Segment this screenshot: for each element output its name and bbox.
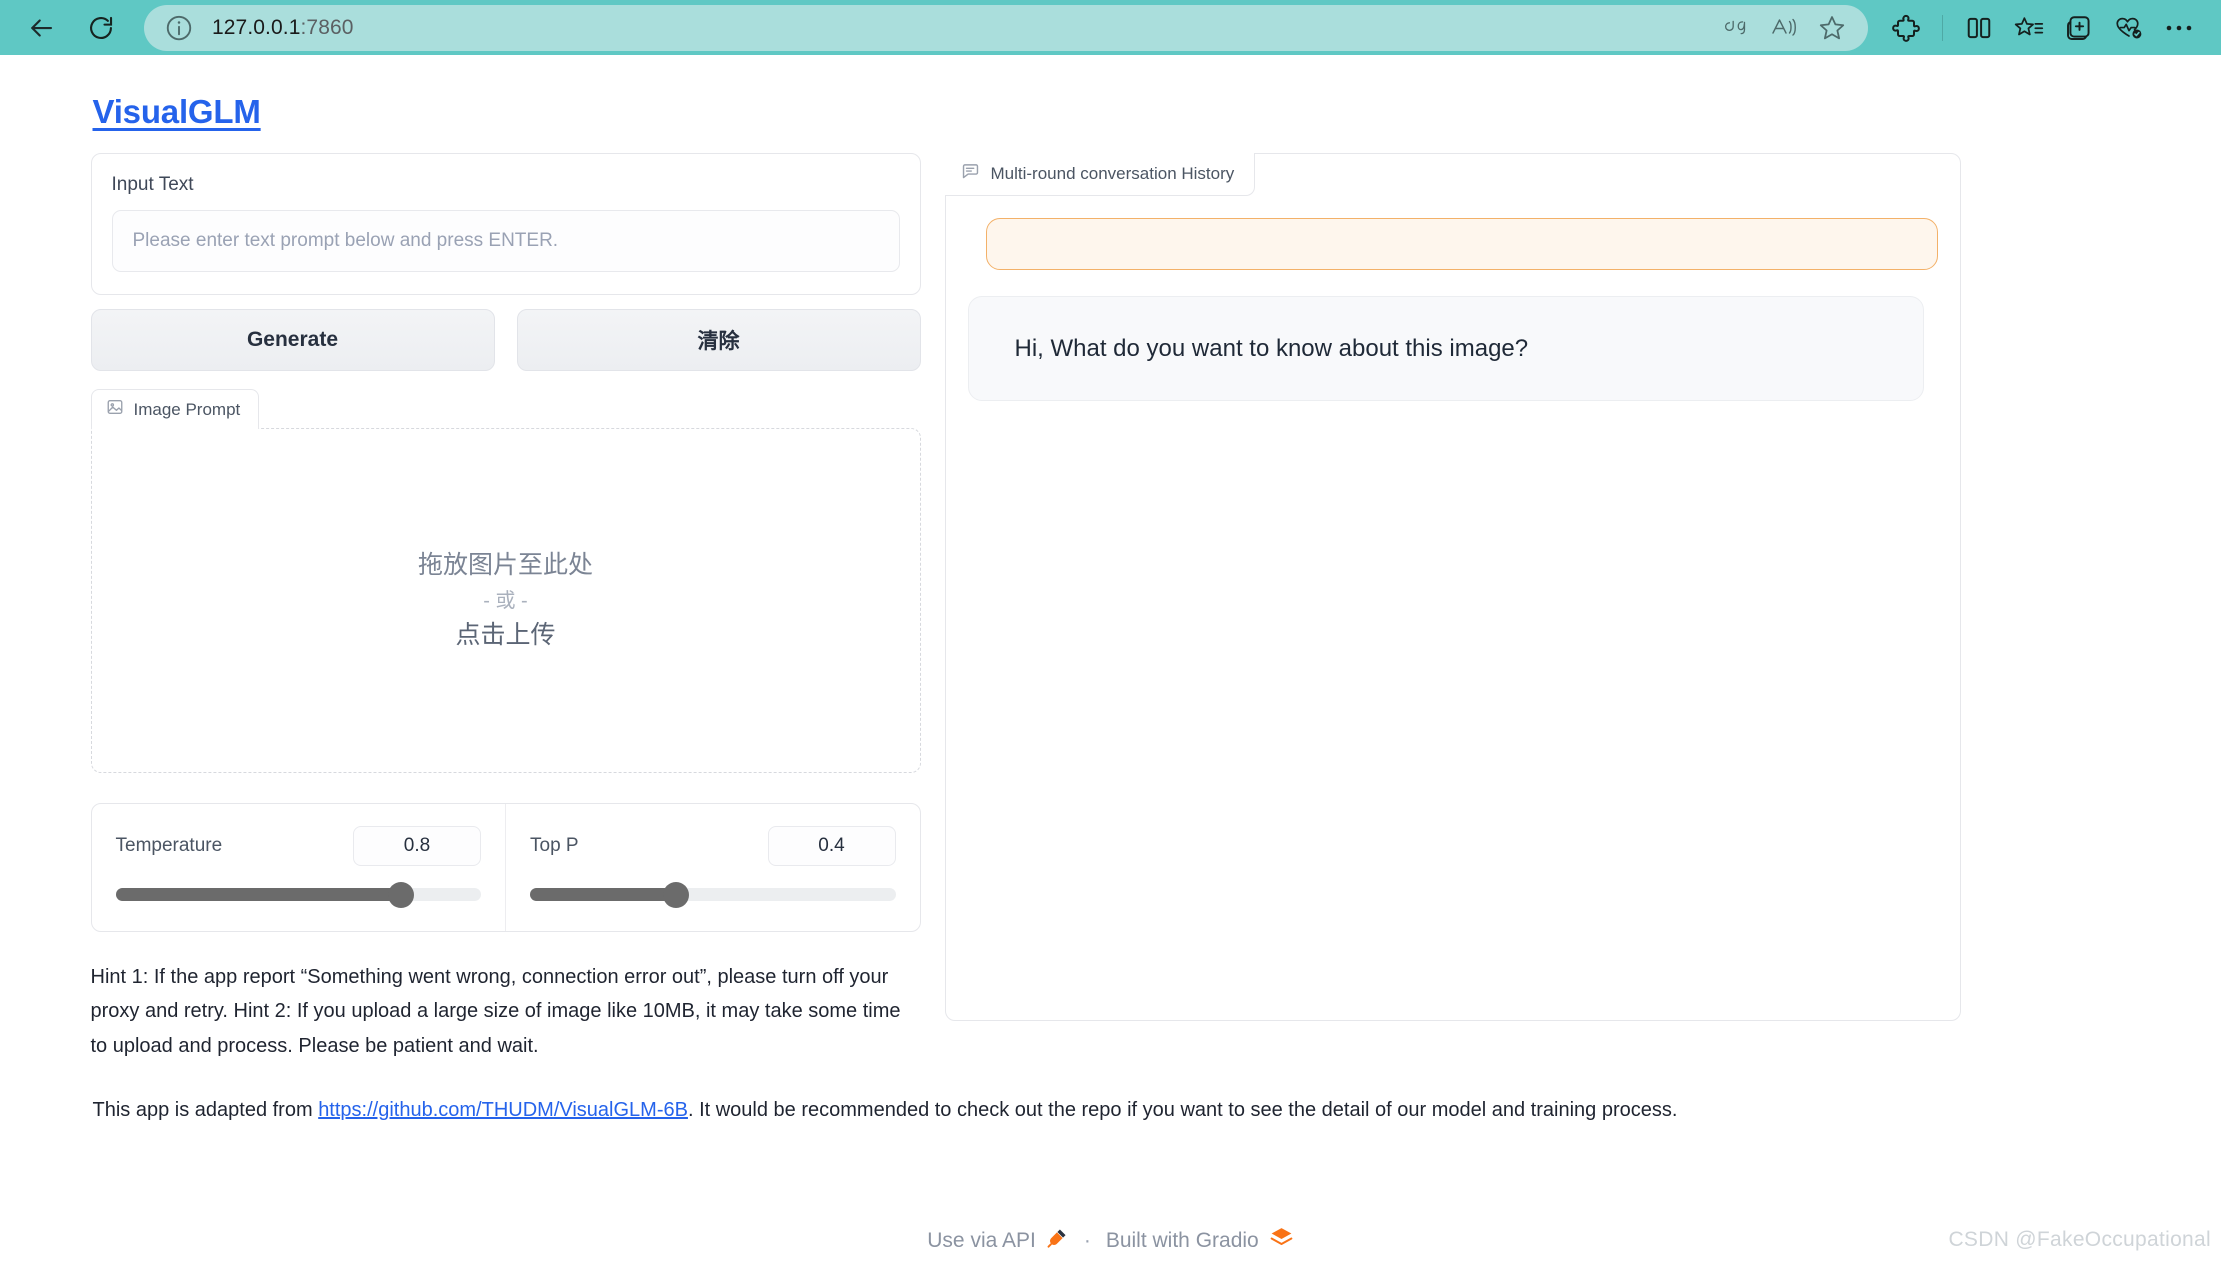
site-info-icon[interactable] [164, 13, 194, 43]
collections-icon[interactable] [2005, 5, 2053, 51]
dropzone-upload-link[interactable]: 点击上传 [455, 617, 555, 655]
topp-label: Top P [530, 835, 579, 856]
repo-link[interactable]: https://github.com/THUDM/VisualGLM-6B [318, 1099, 688, 1121]
image-icon [106, 398, 124, 421]
read-aloud-icon[interactable] [1762, 7, 1806, 49]
left-column: Input Text Generate 清除 [90, 153, 921, 1063]
footer-separator: · [1083, 1228, 1091, 1252]
url-host: 127.0.0.1 [212, 15, 301, 39]
reload-button[interactable] [78, 5, 124, 51]
input-text-panel: Input Text [90, 153, 921, 295]
translate-icon[interactable] [1714, 7, 1758, 49]
dropzone-line-2: - 或 - [483, 589, 528, 612]
topp-slider[interactable] [530, 881, 896, 908]
built-with-gradio-link[interactable]: Built with Gradio [1106, 1225, 1294, 1256]
image-prompt-block: Image Prompt 拖放图片至此处 - 或 - 点击上传 [90, 389, 921, 773]
conversation-history-tab: Multi-round conversation History [944, 153, 1256, 196]
right-column: Multi-round conversation History Hi, Wha… [944, 153, 1961, 1021]
parameters-panel: Temperature 0.8 Top P 0.4 [90, 803, 921, 932]
image-prompt-label: Image Prompt [133, 399, 241, 419]
back-button[interactable] [18, 5, 64, 51]
temperature-slider-cell: Temperature 0.8 [92, 804, 506, 931]
use-via-api-label: Use via API [927, 1228, 1036, 1252]
topp-value[interactable]: 0.4 [767, 826, 896, 866]
use-via-api-link[interactable]: Use via API [927, 1226, 1069, 1255]
footer-note-suffix: . It would be recommended to check out t… [687, 1099, 1678, 1122]
chat-bubble-icon [961, 162, 980, 186]
prompt-input[interactable] [111, 210, 900, 272]
topp-slider-knob[interactable] [663, 881, 690, 908]
address-url: 127.0.0.1:7860 [212, 16, 1714, 40]
page-content: VisualGLM Input Text Generate 清除 [0, 55, 2221, 1264]
more-options-icon[interactable] [2155, 5, 2203, 51]
built-with-gradio-label: Built with Gradio [1105, 1228, 1259, 1252]
page-title-link[interactable]: VisualGLM [93, 93, 261, 131]
extensions-icon[interactable] [1882, 5, 1930, 51]
temperature-value[interactable]: 0.8 [353, 826, 481, 866]
toolbar-divider [1942, 14, 1943, 41]
footer-note-prefix: This app is adapted from [92, 1099, 319, 1122]
browser-essentials-icon[interactable] [2105, 5, 2153, 51]
hint-text: Hint 1: If the app report “Something wen… [90, 966, 901, 1057]
gradio-footer: Use via API · Built with Gradio [0, 1225, 2221, 1256]
split-screen-icon[interactable] [1955, 5, 2003, 51]
image-dropzone[interactable]: 拖放图片至此处 - 或 - 点击上传 [90, 428, 921, 773]
plug-icon [1046, 1226, 1069, 1255]
address-bar[interactable]: 127.0.0.1:7860 [144, 4, 1868, 51]
bot-message-bubble: Hi, What do you want to know about this … [967, 296, 1924, 401]
csdn-watermark: CSDN @FakeOccupational [1948, 1228, 2211, 1251]
favorite-star-icon[interactable] [1810, 7, 1854, 49]
topp-slider-cell: Top P 0.4 [505, 804, 920, 931]
temperature-slider-knob[interactable] [387, 881, 414, 908]
dropzone-line-1: 拖放图片至此处 [417, 551, 593, 579]
temperature-slider[interactable] [115, 881, 481, 908]
conversation-history-label: Multi-round conversation History [990, 164, 1235, 183]
conversation-history-panel: Multi-round conversation History Hi, Wha… [944, 153, 1961, 1021]
add-to-collection-icon[interactable] [2055, 5, 2103, 51]
footer-note: This app is adapted from https://github.… [91, 1099, 2131, 1122]
clear-button[interactable]: 清除 [516, 309, 921, 371]
input-text-label: Input Text [111, 174, 194, 195]
image-prompt-tab: Image Prompt [90, 389, 260, 429]
browser-toolbar: 127.0.0.1:7860 [0, 0, 2221, 55]
user-message-bubble [985, 218, 1938, 270]
temperature-label: Temperature [115, 835, 223, 856]
action-buttons-row: Generate 清除 [90, 309, 921, 371]
generate-button[interactable]: Generate [90, 309, 495, 371]
gradio-logo-icon [1269, 1225, 1294, 1256]
url-port: :7860 [300, 15, 354, 39]
